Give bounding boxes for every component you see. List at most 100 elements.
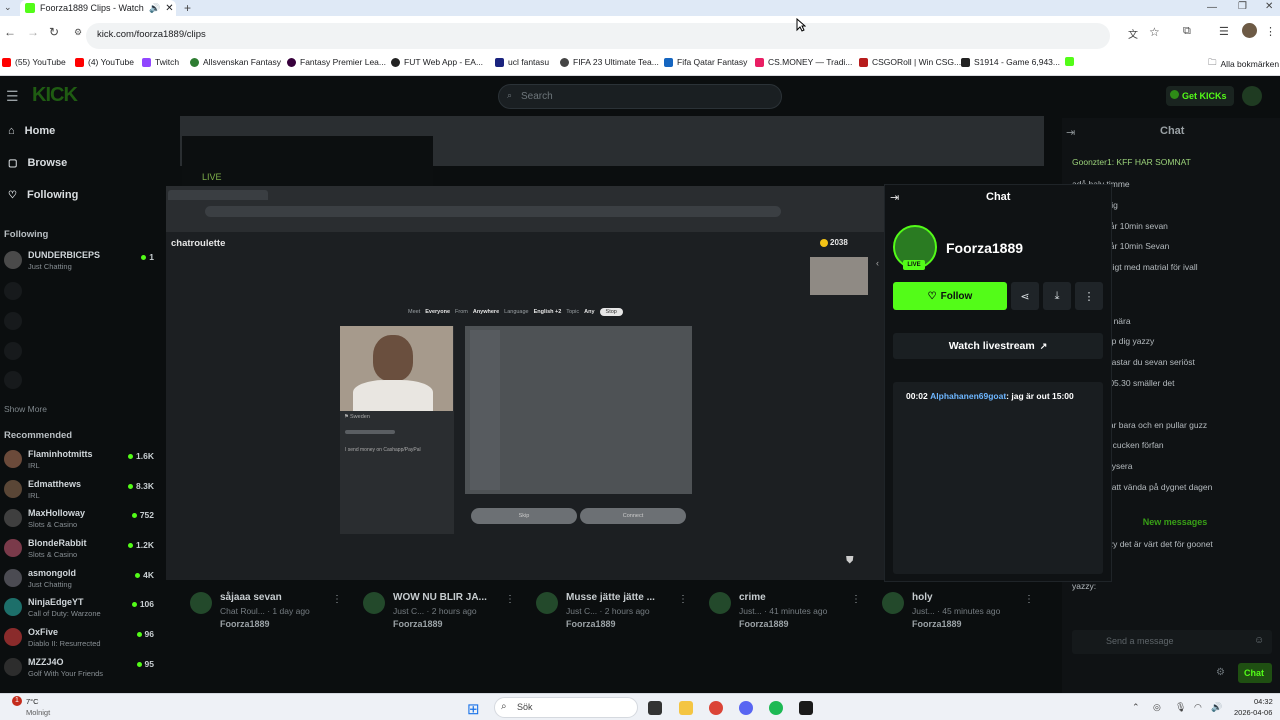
- taskbar-search[interactable]: Sök: [494, 697, 638, 718]
- bookmark-item[interactable]: S1914 - Game 6,943...: [961, 57, 1060, 67]
- discord-icon[interactable]: [739, 701, 753, 715]
- following-channel-offline[interactable]: [4, 341, 154, 367]
- search-input[interactable]: Search: [498, 84, 782, 109]
- forward-icon[interactable]: →: [27, 25, 39, 39]
- more-options-icon[interactable]: ⋮: [505, 594, 515, 605]
- watch-livestream-button[interactable]: Watch livestream ↗: [893, 333, 1103, 359]
- microphone-icon[interactable]: 🎙: [1175, 702, 1186, 713]
- clip-card[interactable]: WOW NU BLIR JA... Just C... · 2 hours ago…: [363, 592, 533, 632]
- maximize-icon[interactable]: ❐: [1238, 1, 1247, 12]
- notification-badge[interactable]: 1: [12, 696, 22, 706]
- app-icon[interactable]: [799, 701, 813, 715]
- following-channel-offline[interactable]: [4, 370, 154, 396]
- browser-menu-icon[interactable]: ⋮: [1265, 25, 1276, 38]
- profile-avatar[interactable]: [1242, 23, 1257, 38]
- volume-icon[interactable]: 🔊: [1211, 702, 1222, 713]
- bookmark-item[interactable]: Fifa Qatar Fantasy: [664, 57, 747, 67]
- more-options-icon[interactable]: ⋮: [851, 594, 861, 605]
- chat-username[interactable]: Alphahanen69goat: [930, 391, 1006, 401]
- bookmark-item[interactable]: Twitch: [142, 57, 179, 67]
- site-info-icon[interactable]: ⚙: [74, 27, 82, 38]
- weather-temp[interactable]: 7°C: [26, 697, 39, 706]
- send-message-input[interactable]: Send a message: [1072, 630, 1272, 654]
- clip-card[interactable]: crime Just... · 41 minutes ago Foorza1889 ⋮: [709, 592, 879, 632]
- translate-icon[interactable]: 文: [1128, 26, 1138, 41]
- show-more-link[interactable]: Show More: [4, 404, 47, 414]
- windows-start-icon[interactable]: ⊞: [467, 700, 480, 718]
- clip-card[interactable]: holy Just... · 45 minutes ago Foorza1889 ⋮: [882, 592, 1052, 632]
- bookmark-item[interactable]: Allsvenskan Fantasy: [190, 57, 281, 67]
- close-window-icon[interactable]: ✕: [1265, 1, 1273, 12]
- tray-app-icon[interactable]: ◎: [1153, 702, 1161, 713]
- chrome-icon[interactable]: [709, 701, 723, 715]
- clock-date[interactable]: 2026-04-06: [1234, 708, 1272, 717]
- bookmark-item[interactable]: (4) YouTube: [75, 57, 134, 67]
- recommended-channel[interactable]: BlondeRabbit Slots & Casino 1.2K: [4, 538, 154, 564]
- audio-icon[interactable]: 🔊: [149, 3, 160, 14]
- chat-toggle-icon[interactable]: ⇥: [890, 191, 899, 204]
- skip-button[interactable]: Skip: [471, 508, 577, 524]
- nav-home[interactable]: ⌂ Home: [8, 125, 55, 137]
- following-channel-offline[interactable]: [4, 311, 154, 337]
- clip-card[interactable]: såjaaa sevan Chat Roul... · 1 day ago Foor…: [190, 592, 360, 632]
- bookmark-item[interactable]: ucl fantasu: [495, 57, 549, 67]
- chat-settings-icon[interactable]: ⚙: [1216, 667, 1225, 678]
- bookmark-item[interactable]: FIFA 23 Ultimate Tea...: [560, 57, 659, 67]
- tab-close-icon[interactable]: ✕: [165, 3, 173, 14]
- download-button[interactable]: ⤓: [1043, 282, 1071, 310]
- more-options-icon[interactable]: ⋮: [678, 594, 688, 605]
- recommended-channel[interactable]: NinjaEdgeYT Call of Duty: Warzone 106: [4, 597, 154, 623]
- more-options-icon[interactable]: ⋮: [1024, 594, 1034, 605]
- stop-button[interactable]: Stop: [599, 308, 623, 316]
- filter-language[interactable]: English +2: [534, 309, 562, 315]
- recommended-channel[interactable]: MZZJ4O Golf With Your Friends 95: [4, 657, 154, 683]
- bookmarks-folder[interactable]: 🗀 Alla bokmärken: [1208, 57, 1279, 71]
- minimize-icon[interactable]: —: [1207, 2, 1217, 13]
- user-avatar[interactable]: [1242, 86, 1262, 106]
- bookmark-item[interactable]: CSGORoll | Win CSG...: [859, 57, 961, 67]
- clock-time[interactable]: 04:32: [1254, 697, 1273, 706]
- filter-topic[interactable]: Any: [584, 309, 594, 315]
- file-explorer-icon[interactable]: [679, 701, 693, 715]
- recommended-channel[interactable]: OxFive Diablo II: Resurrected 96: [4, 627, 154, 653]
- filter-meet[interactable]: Everyone: [425, 309, 450, 315]
- browser-tab[interactable]: Foorza1889 Clips - Watch L 🔊 ✕: [20, 0, 176, 16]
- filter-from[interactable]: Anywhere: [473, 309, 499, 315]
- back-icon[interactable]: ←: [4, 25, 16, 39]
- recommended-channel[interactable]: asmongold Just Chatting 4K: [4, 568, 154, 594]
- share-button[interactable]: ⋖: [1011, 282, 1039, 310]
- extensions-icon[interactable]: ⧉: [1183, 25, 1191, 38]
- new-tab-icon[interactable]: +: [184, 1, 191, 15]
- bookmark-item[interactable]: Fantasy Premier Lea...: [287, 57, 386, 67]
- chevron-left-icon[interactable]: ‹: [876, 258, 879, 268]
- clip-card[interactable]: Musse jätte jätte ... Just C... · 2 hours…: [536, 592, 706, 632]
- tab-list-chevron-icon[interactable]: ⌄: [4, 2, 12, 13]
- reading-list-icon[interactable]: ☰: [1219, 25, 1229, 38]
- spotify-icon[interactable]: [769, 701, 783, 715]
- bookmark-item[interactable]: CS.MONEY — Tradi...: [755, 57, 852, 67]
- nav-following[interactable]: ♡ Following: [8, 189, 78, 201]
- recommended-channel[interactable]: MaxHolloway Slots & Casino 752: [4, 508, 154, 534]
- connect-button[interactable]: Connect: [580, 508, 686, 524]
- wifi-icon[interactable]: ◠: [1194, 702, 1202, 713]
- recommended-channel[interactable]: Edmatthews IRL 8.3K: [4, 479, 154, 505]
- emoji-icon[interactable]: ☺: [1254, 635, 1264, 646]
- follow-button[interactable]: ♡ Follow: [893, 282, 1007, 310]
- channel-name[interactable]: Foorza1889: [946, 240, 1023, 256]
- url-field[interactable]: kick.com/foorza1889/clips: [86, 23, 1110, 49]
- bookmark-star-icon[interactable]: ☆: [1149, 25, 1160, 39]
- reload-icon[interactable]: ↻: [49, 25, 59, 39]
- tray-chevron-icon[interactable]: ⌃: [1132, 702, 1140, 713]
- following-channel[interactable]: DUNDERBICEPS Just Chatting 1: [4, 250, 154, 276]
- bookmark-item[interactable]: FUT Web App - EA...: [391, 57, 483, 67]
- bookmark-item[interactable]: (55) YouTube: [2, 57, 66, 67]
- more-options-icon[interactable]: ⋮: [332, 594, 342, 605]
- weather-condition[interactable]: Molnigt: [26, 708, 50, 717]
- task-view-icon[interactable]: [648, 701, 662, 715]
- bookmark-item[interactable]: [1065, 57, 1074, 66]
- more-options-button[interactable]: ⋮: [1075, 282, 1103, 310]
- collapse-chat-icon[interactable]: ⇥: [1066, 126, 1075, 139]
- chat-send-button[interactable]: Chat: [1238, 663, 1272, 683]
- following-channel-offline[interactable]: [4, 281, 154, 307]
- nav-browse[interactable]: ▢ Browse: [8, 157, 67, 169]
